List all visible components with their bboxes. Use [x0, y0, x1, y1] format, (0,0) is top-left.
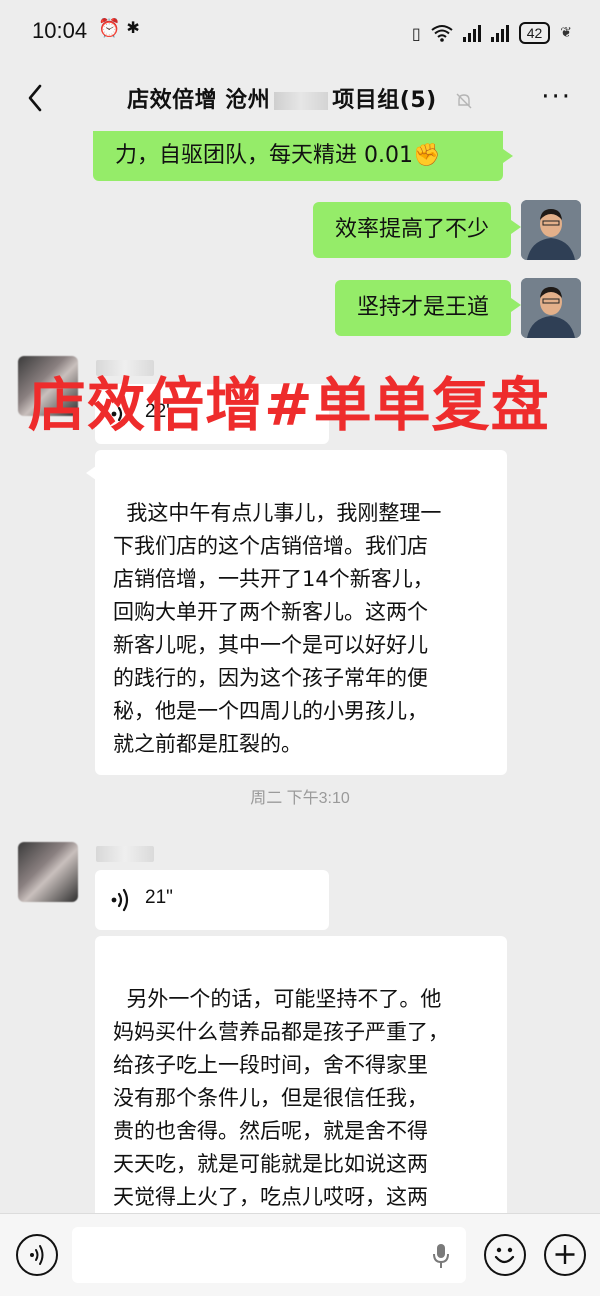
person-photo [521, 200, 581, 260]
person-photo [521, 278, 581, 338]
message-text: 力，自驱团队，每天精进 0.01✊ [115, 143, 441, 168]
more-functions-button[interactable] [544, 1234, 586, 1276]
signal-icon [490, 24, 509, 42]
eco-leaf-icon: ❦ [560, 25, 572, 41]
alarm-icon: ⏰ [98, 18, 121, 39]
sent-message[interactable]: 力，自驱团队，每天精进 0.01✊ [93, 131, 513, 181]
microphone-icon[interactable] [432, 1243, 450, 1269]
message-text: 另外一个的话，可能坚持不了。他 妈妈买什么营养品都是孩子严重了， 给孩子吃上一段… [113, 987, 449, 1226]
overlay-caption: 店效倍增#单单复盘 [28, 371, 550, 439]
sender-name-redacted [96, 846, 154, 862]
battery-indicator: 42 [518, 22, 551, 44]
avatar[interactable] [521, 278, 581, 338]
sent-message[interactable]: 坚持才是王道 [334, 280, 522, 336]
message-input[interactable] [72, 1227, 466, 1283]
received-message[interactable]: 我这中午有点儿事儿，我刚整理一 下我们店的这个店销倍增。我们店 店销倍增，一共开… [86, 450, 507, 775]
chat-header: 店效倍增 沧州 项目组(5) ··· [0, 68, 600, 128]
message-text: 坚持才是王道 [356, 295, 489, 320]
message-text: 我这中午有点儿事儿，我刚整理一 下我们店的这个店销倍增。我们店 店销倍增，一共开… [113, 501, 442, 756]
bluetooth-icon: ✱ [126, 18, 140, 37]
message-timestamp: 周二 下午3:10 [250, 790, 350, 807]
chat-title-suffix: 项目组(5) [332, 88, 437, 113]
status-time: 10:04 [32, 18, 88, 43]
chat-title: 店效倍增 沧州 项目组(5) [0, 82, 600, 114]
avatar[interactable] [18, 842, 78, 902]
plus-icon [555, 1245, 575, 1264]
status-bar: 10:04 ⏰ ✱ ▯ 42 ❦ [0, 0, 600, 68]
emoji-button[interactable] [484, 1234, 526, 1276]
emoji-icon [494, 1247, 515, 1264]
voice-message[interactable]: 21" [95, 870, 329, 930]
voice-duration: 21" [145, 887, 173, 908]
sent-message[interactable]: 效率提高了不少 [312, 202, 522, 258]
vibrate-icon: ▯ [411, 23, 421, 43]
avatar[interactable] [521, 200, 581, 260]
voice-wave-icon [30, 1245, 44, 1265]
more-icon[interactable]: ··· [541, 82, 572, 112]
input-bar [0, 1213, 600, 1296]
signal-icon [462, 24, 481, 42]
message-text: 效率提高了不少 [334, 217, 489, 242]
voice-wave-icon [111, 888, 129, 912]
voice-mode-button[interactable] [16, 1234, 58, 1276]
mute-bell-icon [456, 93, 472, 109]
wifi-icon [431, 25, 453, 42]
chat-title-prefix: 店效倍增 沧州 [127, 88, 271, 113]
received-message[interactable]: 另外一个的话，可能坚持不了。他 妈妈买什么营养品都是孩子严重了， 给孩子吃上一段… [95, 936, 507, 1226]
redacted-name [274, 92, 329, 110]
